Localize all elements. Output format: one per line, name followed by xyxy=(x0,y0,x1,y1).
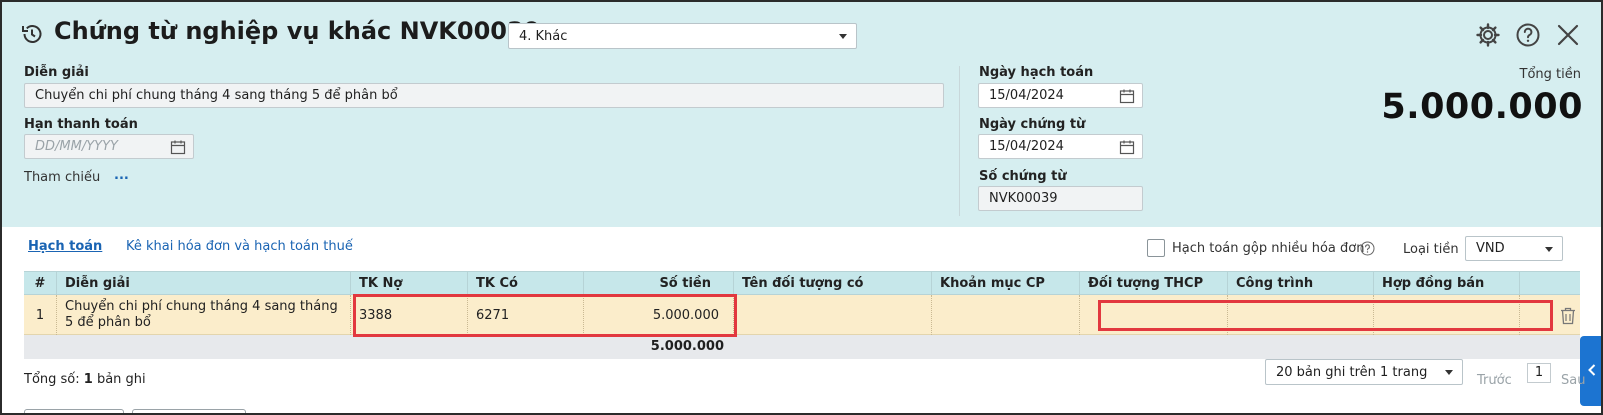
table-header: # Diễn giải TK Nợ TK Có Số tiền Tên đối … xyxy=(24,271,1580,296)
page-title: Chứng từ nghiệp vụ khác NVK00039 xyxy=(54,17,541,45)
next-page-button[interactable]: Sau xyxy=(1561,373,1585,388)
prev-page-button[interactable]: Trước xyxy=(1477,373,1512,388)
row-index: 1 xyxy=(24,295,57,335)
row-credit-object[interactable] xyxy=(734,295,932,335)
voucher-window: Chứng từ nghiệp vụ khác NVK00039 4. Khác… xyxy=(0,0,1603,415)
record-count-prefix: Tổng số: xyxy=(24,372,84,387)
column-header: Tên đối tượng có xyxy=(734,272,932,296)
voucher-type-select[interactable]: 4. Khác xyxy=(508,23,857,49)
chevron-left-icon xyxy=(1588,364,1596,376)
tab-accounting[interactable]: Hạch toán xyxy=(28,239,102,254)
total-amount: 5.000.000 xyxy=(1381,87,1583,127)
history-icon[interactable] xyxy=(20,22,44,46)
due-date-field[interactable]: DD/MM/YYYY xyxy=(24,134,194,159)
voucher-date-label: Ngày chứng từ xyxy=(979,117,1086,132)
footer-button[interactable] xyxy=(24,409,124,413)
calendar-icon[interactable] xyxy=(170,139,186,155)
calendar-icon[interactable] xyxy=(1119,88,1135,104)
trash-icon[interactable] xyxy=(1559,306,1577,326)
page-size-value: 20 bản ghi trên 1 trang xyxy=(1276,365,1428,380)
highlight-box-accounts xyxy=(353,294,737,337)
column-header: Hợp đồng bán xyxy=(1374,272,1520,296)
posting-date-field[interactable]: 15/04/2024 xyxy=(978,83,1143,108)
column-header: TK Nợ xyxy=(351,272,468,296)
currency-label: Loại tiền xyxy=(1403,242,1459,257)
due-date-label: Hạn thanh toán xyxy=(24,117,138,132)
page-number-input[interactable]: 1 xyxy=(1527,363,1551,383)
highlight-box-cost-fields xyxy=(1098,300,1553,331)
row-description[interactable]: Chuyển chi phí chung tháng 4 sang tháng … xyxy=(57,295,351,335)
total-label: Tổng tiền xyxy=(1519,67,1581,82)
description-field[interactable]: Chuyển chi phí chung tháng 4 sang tháng … xyxy=(24,83,944,108)
currency-select[interactable]: VND xyxy=(1465,236,1563,261)
tab-invoice-tax[interactable]: Kê khai hóa đơn và hạch toán thuế xyxy=(126,239,353,254)
voucher-header: Chứng từ nghiệp vụ khác NVK00039 4. Khác… xyxy=(2,2,1601,227)
merge-invoices-label: Hạch toán gộp nhiều hóa đơn xyxy=(1172,241,1365,256)
header-divider xyxy=(959,66,960,216)
table-footer: 5.000.000 xyxy=(24,335,1580,359)
column-header: Công trình xyxy=(1228,272,1374,296)
footer-button[interactable] xyxy=(132,409,246,413)
chevron-down-icon xyxy=(1545,247,1553,252)
help-icon[interactable] xyxy=(1360,241,1375,256)
merge-invoices-checkbox[interactable] xyxy=(1147,239,1165,257)
voucher-date-value: 15/04/2024 xyxy=(989,139,1064,154)
footer-total: 5.000.000 xyxy=(650,339,724,354)
description-value: Chuyển chi phí chung tháng 4 sang tháng … xyxy=(35,88,398,103)
close-icon[interactable] xyxy=(1555,22,1581,48)
currency-value: VND xyxy=(1476,241,1505,256)
due-date-placeholder: DD/MM/YYYY xyxy=(35,139,118,154)
column-header: # xyxy=(24,272,57,296)
record-count: Tổng số: 1 bản ghi xyxy=(24,372,146,387)
reference-link[interactable]: ... xyxy=(114,168,129,183)
voucher-no-label: Số chứng từ xyxy=(979,169,1067,184)
voucher-no-value: NVK00039 xyxy=(989,191,1058,206)
help-icon[interactable] xyxy=(1515,22,1541,48)
reference-label: Tham chiếu xyxy=(24,170,101,185)
calendar-icon[interactable] xyxy=(1119,139,1135,155)
row-cost-item[interactable] xyxy=(932,295,1080,335)
column-header: Khoản mục CP xyxy=(932,272,1080,296)
column-header: Số tiền xyxy=(584,272,734,296)
column-header: Diễn giải xyxy=(57,272,351,296)
column-header: TK Có xyxy=(468,272,584,296)
gear-icon[interactable] xyxy=(1475,22,1501,48)
side-panel-toggle[interactable] xyxy=(1580,336,1601,406)
voucher-date-field[interactable]: 15/04/2024 xyxy=(978,134,1143,159)
record-count-suffix: bản ghi xyxy=(92,372,146,387)
chevron-down-icon xyxy=(1445,370,1453,375)
record-count-number: 1 xyxy=(83,372,93,387)
voucher-no-field[interactable]: NVK00039 xyxy=(978,186,1143,211)
voucher-type-value: 4. Khác xyxy=(519,29,568,44)
posting-date-value: 15/04/2024 xyxy=(989,88,1064,103)
posting-date-label: Ngày hạch toán xyxy=(979,65,1094,80)
chevron-down-icon xyxy=(839,34,847,39)
page-size-select[interactable]: 20 bản ghi trên 1 trang xyxy=(1265,359,1463,385)
column-header: Đối tượng THCP xyxy=(1080,272,1228,296)
description-label: Diễn giải xyxy=(24,65,89,80)
